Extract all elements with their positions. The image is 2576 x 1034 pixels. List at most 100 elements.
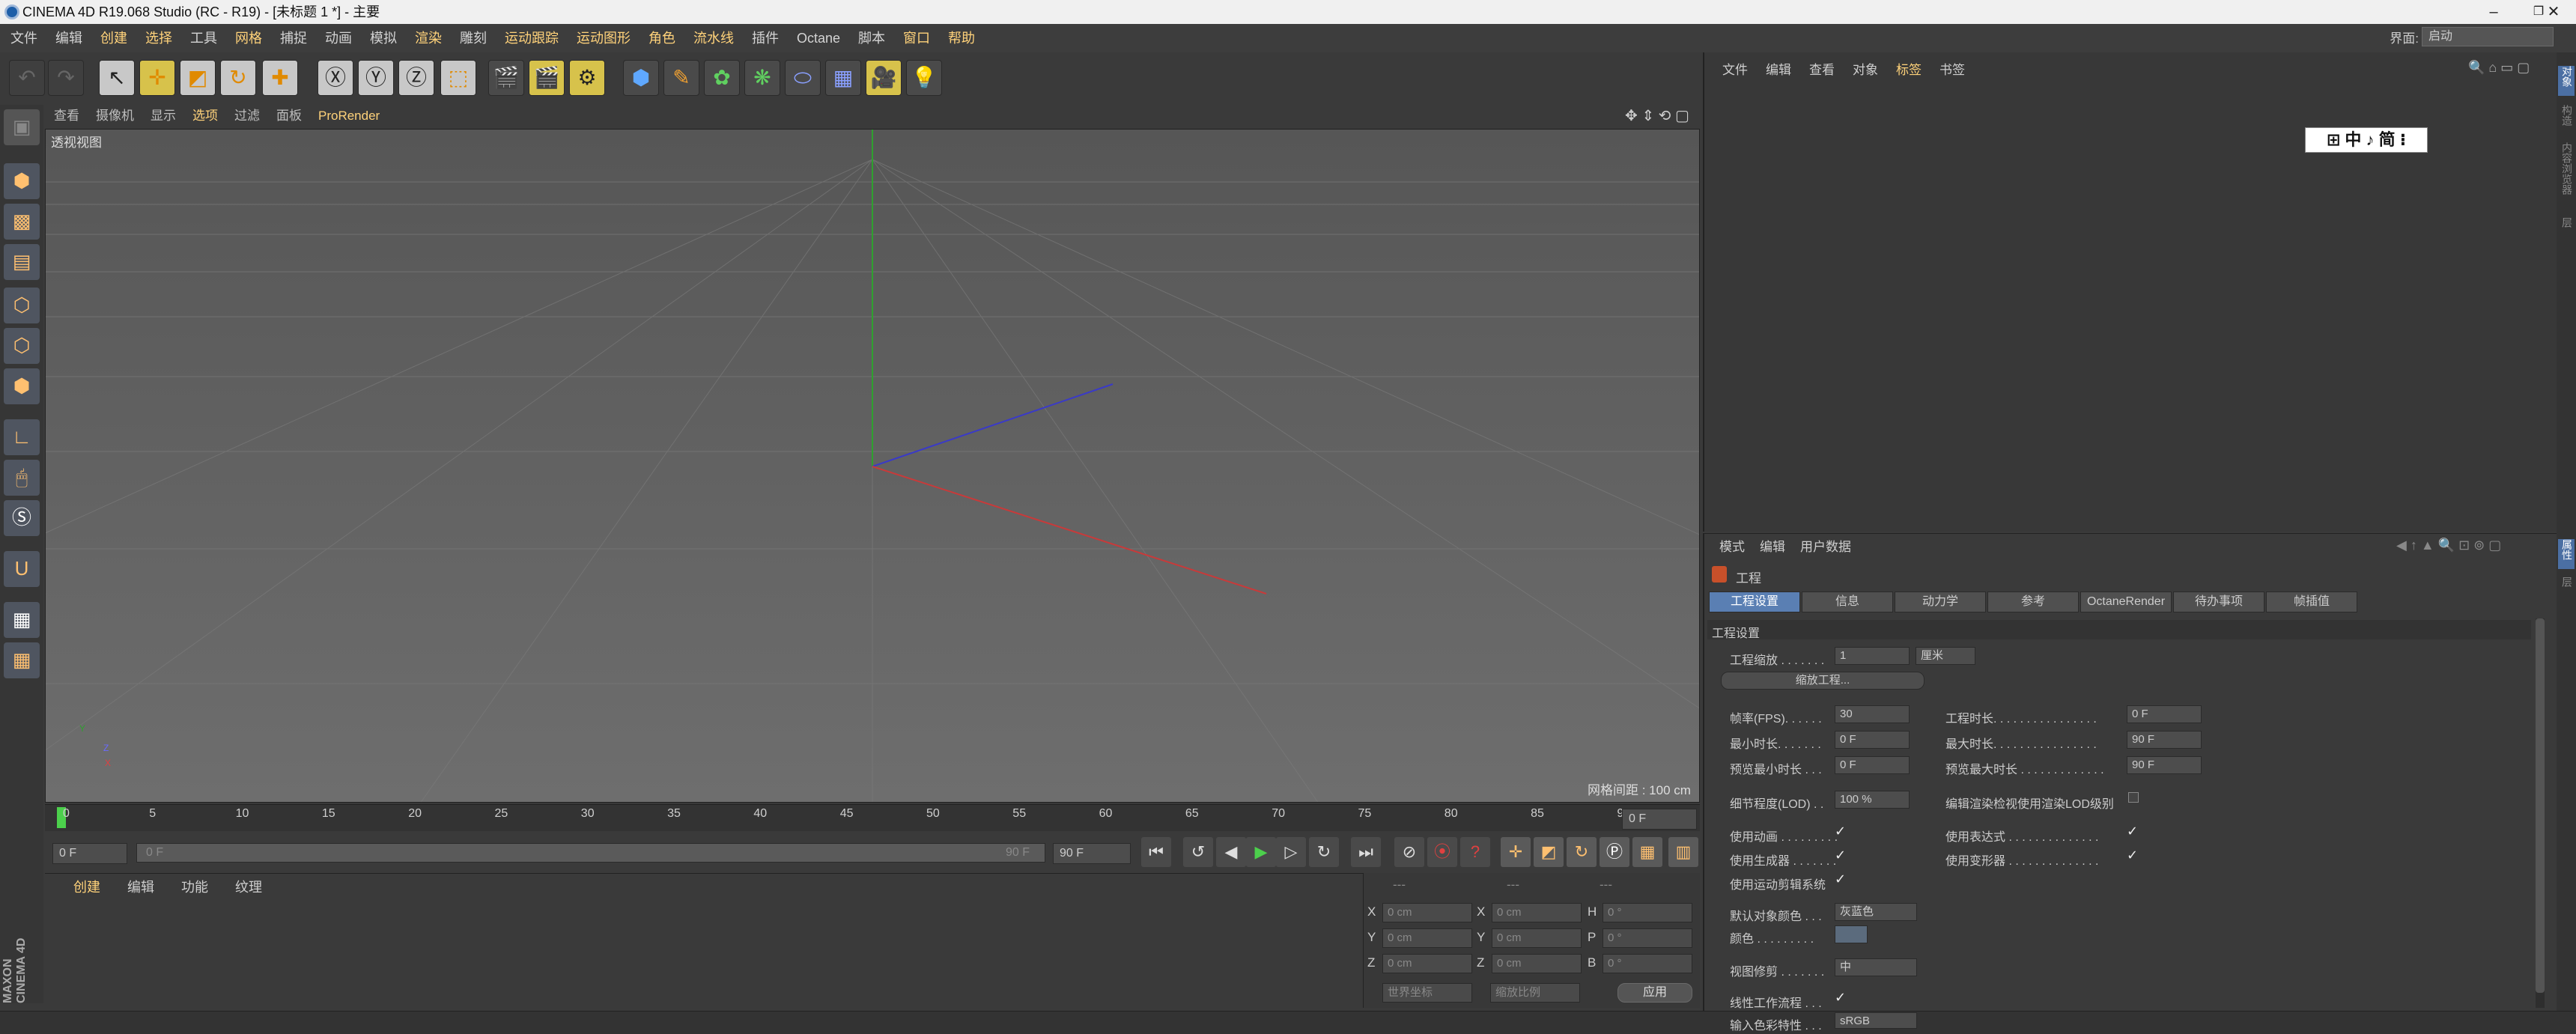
- coord-value-field[interactable]: 0 °: [1603, 928, 1692, 948]
- polygons-mode-icon[interactable]: ⬢: [4, 368, 40, 404]
- coord-value-field[interactable]: 0 cm: [1382, 928, 1472, 948]
- deformer-icon[interactable]: ⬭: [785, 60, 821, 96]
- scale-icon[interactable]: ◩: [180, 60, 216, 96]
- vp-menu-camera[interactable]: 摄像机: [96, 109, 134, 123]
- world-coords-select[interactable]: 世界坐标: [1382, 983, 1472, 1003]
- default-color-select[interactable]: 灰蓝色: [1835, 903, 1917, 921]
- workplane-icon[interactable]: ▤: [4, 244, 40, 280]
- input-color-profile-select[interactable]: sRGB: [1835, 1012, 1917, 1029]
- coord-value-field[interactable]: 0 cm: [1492, 903, 1582, 922]
- magnet-icon[interactable]: U: [4, 551, 40, 587]
- mat-menu-create[interactable]: 创建: [73, 880, 100, 895]
- color-swatch[interactable]: [1835, 925, 1868, 943]
- z-axis-icon[interactable]: Ⓩ: [398, 60, 434, 96]
- attribute-nav-icons[interactable]: ◀ ↑ ▲ 🔍 ⊡ ⊚ ▢: [2396, 538, 2501, 553]
- x-axis-icon[interactable]: Ⓧ: [318, 60, 353, 96]
- planar-workplane-icon[interactable]: ▦: [4, 642, 40, 678]
- close-button[interactable]: ✕: [2531, 0, 2576, 24]
- coord-value-field[interactable]: 0 °: [1603, 903, 1692, 922]
- y-axis-icon[interactable]: Ⓨ: [358, 60, 394, 96]
- use-motion-system-checkbox[interactable]: ✓: [1835, 872, 1846, 887]
- tab-referencing[interactable]: 参考: [1987, 591, 2079, 612]
- subdivision-icon[interactable]: ✿: [704, 60, 740, 96]
- frame-range-slider[interactable]: 0 F 90 F: [136, 843, 1045, 863]
- use-animation-checkbox[interactable]: ✓: [1835, 824, 1846, 839]
- timeline-frame-field[interactable]: 0 F: [1622, 809, 1697, 830]
- min-time-field[interactable]: 0 F: [1835, 731, 1910, 749]
- obj-menu-edit[interactable]: 编辑: [1766, 63, 1791, 77]
- apply-button[interactable]: 应用: [1617, 983, 1692, 1003]
- coord-value-field[interactable]: 0 cm: [1492, 928, 1582, 948]
- coord-value-field[interactable]: 0 °: [1603, 954, 1692, 973]
- key-pla-icon[interactable]: ▦: [1632, 837, 1662, 867]
- next-key-icon[interactable]: ↻: [1309, 837, 1339, 867]
- menu-mesh[interactable]: 网格: [235, 31, 262, 46]
- linear-workflow-checkbox[interactable]: ✓: [1835, 990, 1846, 1006]
- key-parameter-icon[interactable]: Ⓟ: [1600, 837, 1629, 867]
- obj-menu-view[interactable]: 查看: [1809, 63, 1835, 77]
- key-selection-icon[interactable]: ?: [1460, 837, 1490, 867]
- tab-todo[interactable]: 待办事项: [2173, 591, 2264, 612]
- scale-project-button[interactable]: 缩放工程...: [1721, 672, 1925, 690]
- axis-mode-icon[interactable]: ∟: [4, 419, 40, 455]
- tab-dynamics[interactable]: 动力学: [1895, 591, 1986, 612]
- vp-menu-panel[interactable]: 面板: [276, 109, 302, 123]
- perspective-viewport[interactable]: [45, 129, 1700, 803]
- mat-menu-edit[interactable]: 编辑: [127, 880, 154, 895]
- key-scale-icon[interactable]: ◩: [1534, 837, 1564, 867]
- menu-character[interactable]: 角色: [648, 31, 675, 46]
- menu-render[interactable]: 渲染: [415, 31, 442, 46]
- use-generators-checkbox[interactable]: ✓: [1835, 848, 1846, 863]
- menu-window[interactable]: 窗口: [903, 31, 930, 46]
- viewport-nav-icons[interactable]: ✥ ⇕ ⟲ ▢: [1625, 106, 1689, 125]
- camera-icon[interactable]: 🎥: [866, 60, 902, 96]
- attribute-scrollbar[interactable]: [2536, 618, 2545, 1008]
- select-arrow-icon[interactable]: ↖: [99, 60, 135, 96]
- obj-menu-tags[interactable]: 标签: [1896, 63, 1922, 77]
- play-icon[interactable]: ▶: [1246, 837, 1276, 867]
- menu-help[interactable]: 帮助: [948, 31, 975, 46]
- scale-mode-select[interactable]: 缩放比例: [1490, 983, 1580, 1003]
- snap-icon[interactable]: Ⓢ: [4, 500, 40, 536]
- preview-max-field[interactable]: 90 F: [2127, 756, 2202, 774]
- points-mode-icon[interactable]: ⬡: [4, 288, 40, 323]
- light-icon[interactable]: 💡: [906, 60, 942, 96]
- render-picture-icon[interactable]: 🎬: [529, 60, 565, 96]
- undo-icon[interactable]: ↶: [9, 60, 45, 96]
- tab-key-interpolation[interactable]: 帧插值: [2266, 591, 2357, 612]
- rotate-icon[interactable]: ↻: [220, 60, 256, 96]
- side-tab-content-browser[interactable]: 内容浏览器: [2558, 142, 2575, 210]
- side-tab-layers[interactable]: 层: [2558, 217, 2575, 247]
- side-tab-objects[interactable]: 对象: [2558, 66, 2575, 96]
- vp-menu-view[interactable]: 查看: [54, 109, 79, 123]
- fps-field[interactable]: 30: [1835, 705, 1910, 723]
- mat-menu-function[interactable]: 功能: [181, 880, 208, 895]
- vp-menu-prorender[interactable]: ProRender: [318, 109, 380, 123]
- minimize-button[interactable]: –: [2471, 0, 2516, 24]
- render-view-icon[interactable]: 🎬: [488, 60, 524, 96]
- tab-info[interactable]: 信息: [1802, 591, 1893, 612]
- use-expressions-checkbox[interactable]: ✓: [2127, 824, 2138, 839]
- texture-mode-icon[interactable]: ▩: [4, 204, 40, 240]
- pen-icon[interactable]: ✎: [663, 60, 699, 96]
- end-frame-field[interactable]: 90 F: [1053, 843, 1131, 864]
- goto-start-icon[interactable]: ⏮: [1141, 837, 1171, 867]
- coordinate-system-icon[interactable]: ⬚: [440, 60, 476, 96]
- prev-frame-icon[interactable]: ◀: [1216, 837, 1246, 867]
- tab-project-settings[interactable]: 工程设置: [1709, 591, 1800, 612]
- project-scale-unit[interactable]: 厘米: [1916, 647, 1975, 665]
- ime-toolbar[interactable]: ⊞ 中 ♪ 简 ⁝: [2305, 127, 2428, 153]
- menu-pipeline[interactable]: 流水线: [693, 31, 734, 46]
- key-position-icon[interactable]: ✛: [1501, 837, 1531, 867]
- obj-menu-bookmarks[interactable]: 书签: [1939, 63, 1965, 77]
- vp-menu-filter[interactable]: 过滤: [234, 109, 260, 123]
- menu-mograph[interactable]: 运动图形: [577, 31, 631, 46]
- render-lod-checkbox[interactable]: [2128, 792, 2139, 803]
- menu-octane[interactable]: Octane: [797, 31, 840, 46]
- key-rotation-icon[interactable]: ↻: [1567, 837, 1597, 867]
- live-select-icon[interactable]: ✚: [262, 60, 298, 96]
- use-deformers-checkbox[interactable]: ✓: [2127, 848, 2138, 863]
- layout-select[interactable]: 启动: [2422, 27, 2554, 46]
- current-frame-field[interactable]: 0 F: [52, 843, 127, 864]
- attr-menu-userdata[interactable]: 用户数据: [1800, 540, 1851, 554]
